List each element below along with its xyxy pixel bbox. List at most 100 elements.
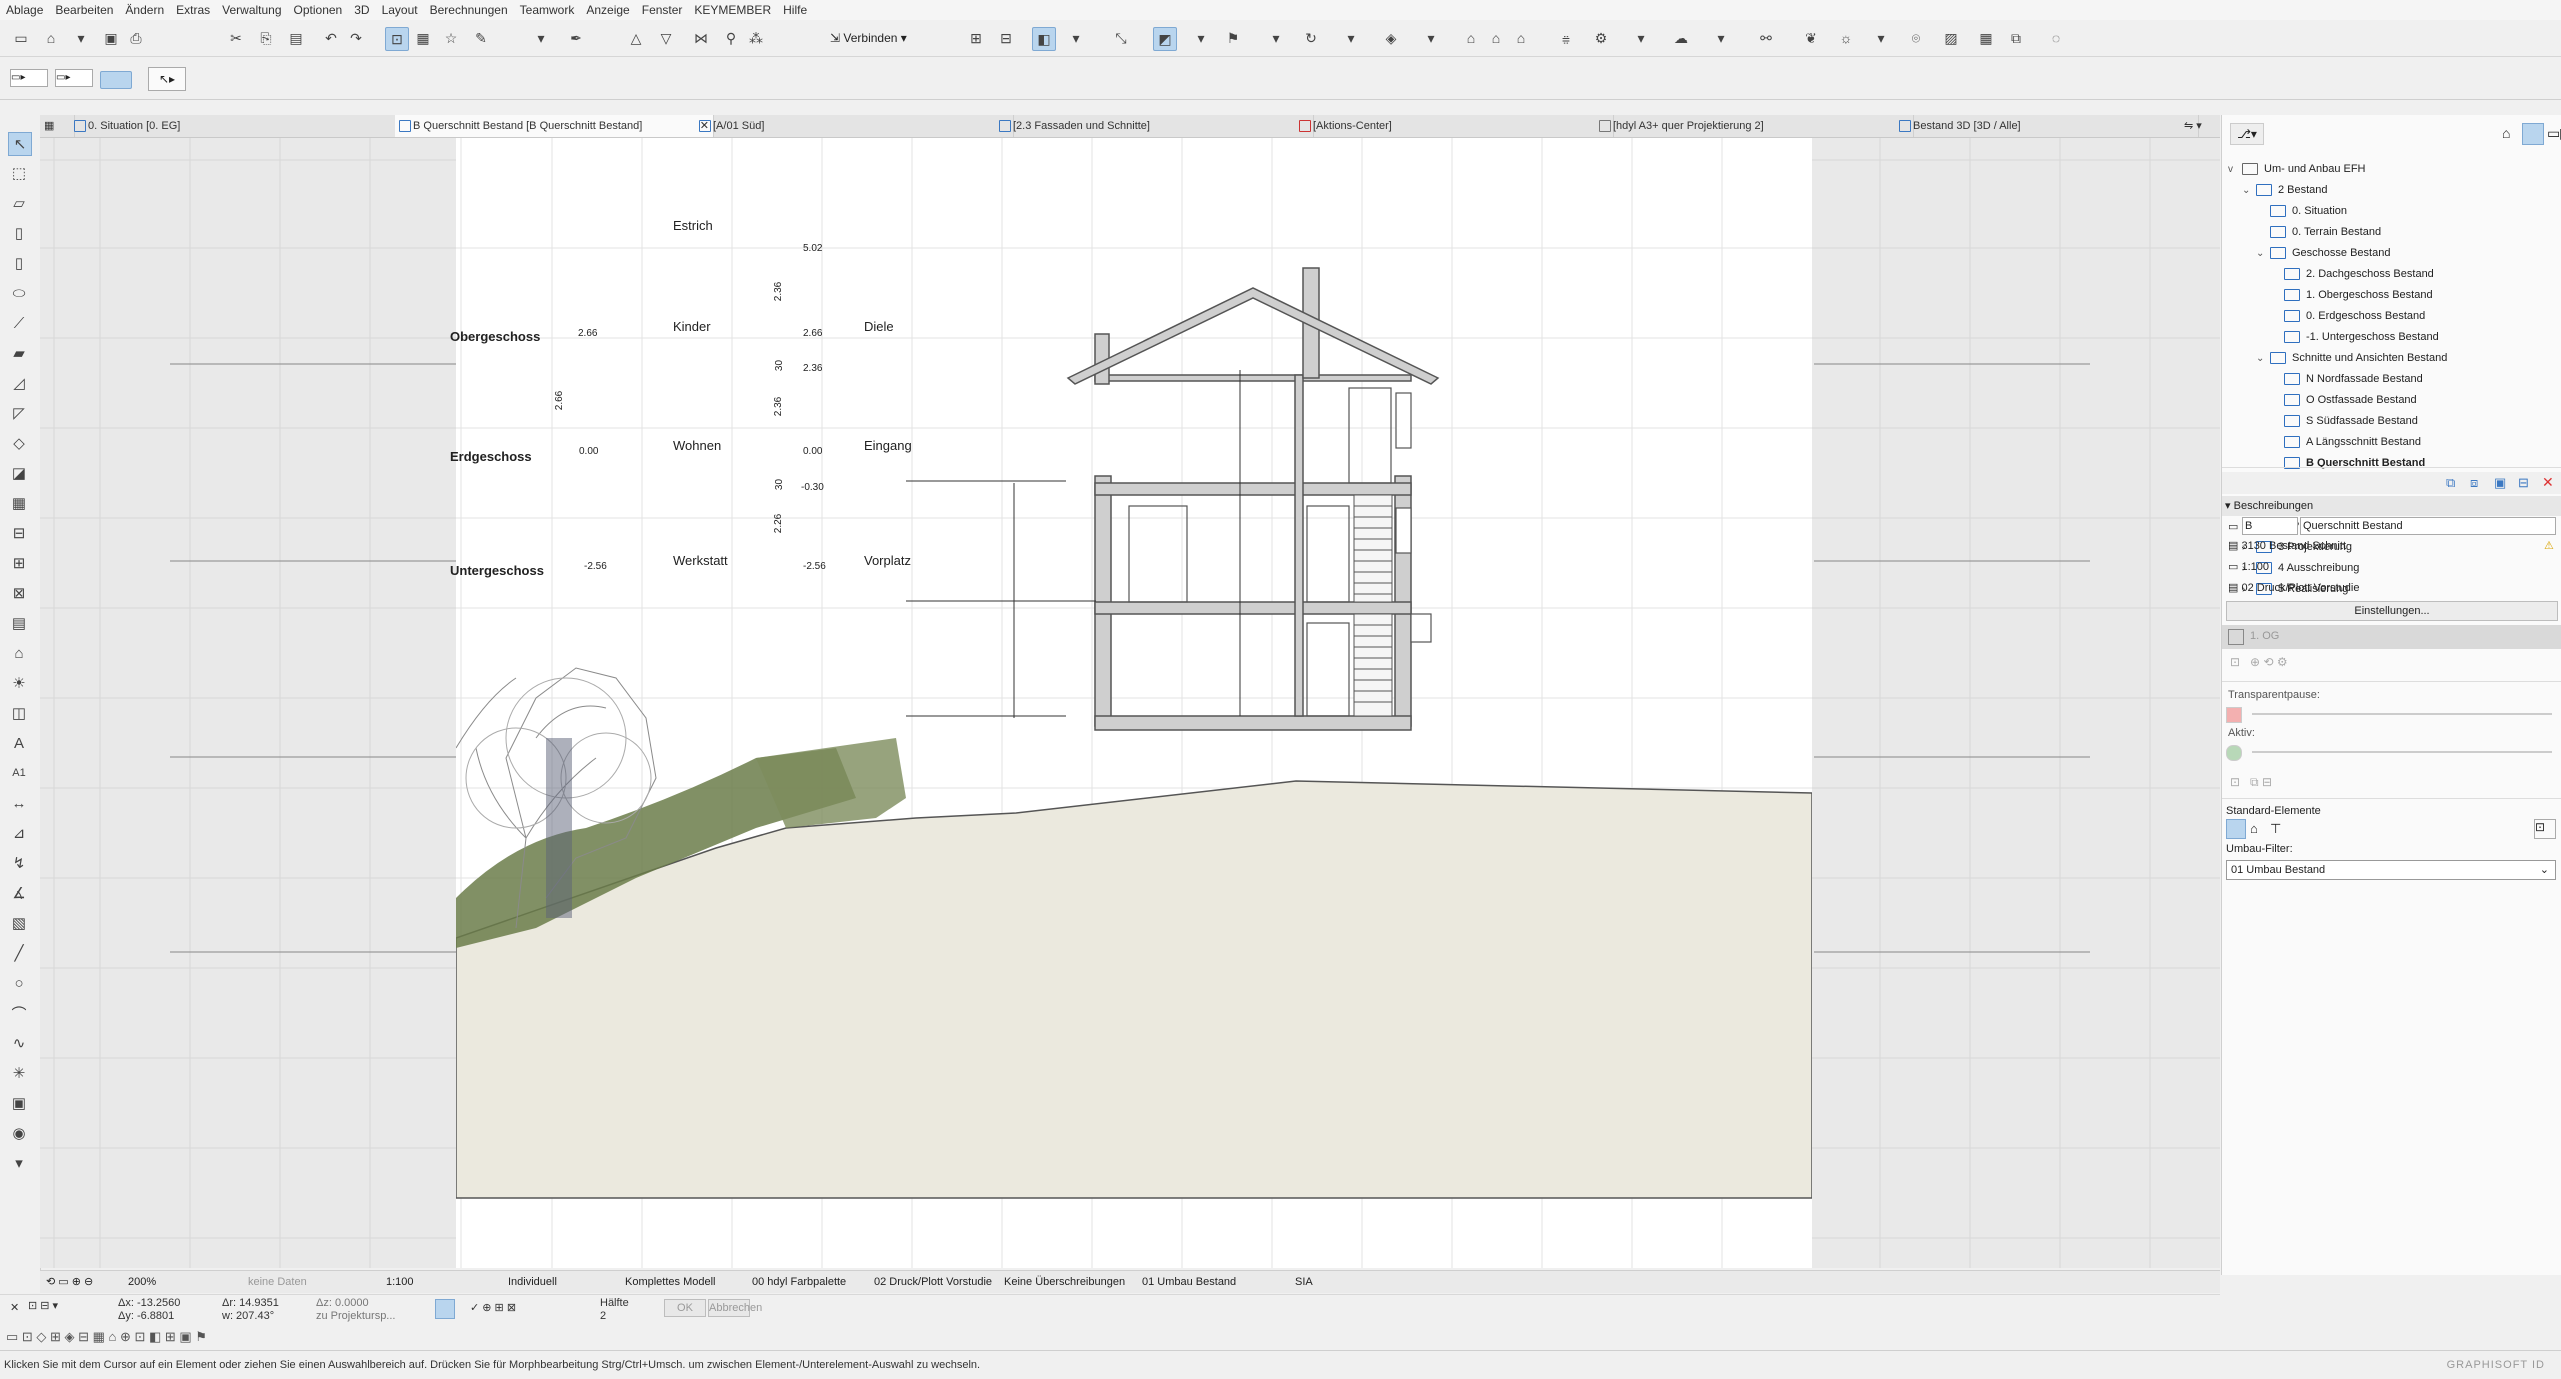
zone-icon[interactable]: ▤ [8, 612, 30, 634]
nodata-value[interactable]: keine Daten [248, 1271, 307, 1293]
tab-sued[interactable]: [A/01 Süd] [695, 115, 1014, 137]
level-dach[interactable]: 5.02 [803, 243, 822, 254]
tree-item[interactable]: 0. Erdgeschoss Bestand [2270, 306, 2425, 327]
sia-value[interactable]: SIA [1295, 1271, 1313, 1293]
menu-item[interactable]: Ablage [0, 3, 49, 17]
door-icon[interactable]: ▯ [8, 222, 30, 244]
redo-icon[interactable]: ↷ [345, 27, 367, 49]
tree-item[interactable]: O Ostfassade Bestand [2270, 390, 2417, 411]
spline-icon[interactable]: ∿ [8, 1032, 30, 1054]
curtain-wall-icon[interactable]: ▦ [8, 492, 30, 514]
chevron-down-icon[interactable]: ⌄ [2242, 180, 2252, 201]
leaf-icon[interactable]: ❦ [1800, 27, 1822, 49]
up-arrow-icon[interactable]: △ [625, 27, 647, 49]
points-icon[interactable]: ⁂ [745, 27, 767, 49]
dim-5[interactable]: 2.26 [773, 514, 784, 533]
story-label-ug[interactable]: Untergeschoss [450, 563, 544, 578]
dim-1[interactable]: 2.36 [773, 282, 784, 301]
coord-z[interactable]: Δz: 0.0000 [316, 1297, 369, 1309]
grid-icon[interactable]: ▦ [412, 27, 434, 49]
cloud-icon[interactable]: ☁ [1670, 27, 1692, 49]
dropdown-icon[interactable]: ▾ [1340, 27, 1362, 49]
dropdown-icon[interactable]: ▾ [530, 27, 552, 49]
story-height-og[interactable]: 2.66 [554, 391, 565, 410]
text-icon[interactable]: A [8, 732, 30, 754]
circle-icon[interactable]: ○ [8, 972, 30, 994]
fill-icon[interactable]: ▧ [8, 912, 30, 934]
std-element-icon[interactable]: ⊤ [2270, 821, 2281, 837]
room-label-werkstatt[interactable]: Werkstatt [673, 553, 728, 568]
cancel-button[interactable]: Abbrechen [708, 1299, 762, 1317]
cut-icon[interactable]: ✂ [225, 27, 247, 49]
menu-item[interactable]: Teamwork [514, 3, 581, 17]
props-header[interactable]: ▾ Beschreibungen [2222, 496, 2561, 516]
layout-icon[interactable]: ◩ [1153, 27, 1177, 51]
polyline-icon[interactable]: ⌒ [8, 1002, 30, 1024]
menu-item[interactable]: Verwaltung [216, 3, 287, 17]
tree-item[interactable]: ⌄ 2 Bestand [2242, 180, 2328, 201]
dropdown-icon[interactable]: ▾ [1420, 27, 1442, 49]
story-label-og[interactable]: Obergeschoss [450, 329, 540, 344]
graphisoft-brand[interactable]: GRAPHISOFT ID [2447, 1351, 2545, 1379]
roof-icon[interactable]: ◿ [8, 372, 30, 394]
menu-item[interactable]: Extras [170, 3, 216, 17]
tree-item[interactable]: S Südfassade Bestand [2270, 411, 2418, 432]
tree-item[interactable]: 1. Obergeschoss Bestand [2270, 285, 2433, 306]
renov-select[interactable]: 01 Umbau Bestand ⌄ [2226, 860, 2556, 880]
level-og-room[interactable]: 2.66 [803, 328, 822, 339]
renov-value[interactable]: 01 Umbau Bestand [1142, 1271, 1236, 1293]
tree-item[interactable]: 0. Terrain Bestand [2256, 222, 2381, 243]
shell-icon[interactable]: ◸ [8, 402, 30, 424]
scale-row[interactable]: ▭ 1:100 [2228, 560, 2269, 573]
tree-root[interactable]: v Um- und Anbau EFH [2228, 159, 2366, 180]
zoom-icon[interactable]: ⤡ [1110, 27, 1132, 49]
mirror-icon[interactable]: ⋈ [690, 27, 712, 49]
connect-icon[interactable]: ⚯ [1755, 27, 1777, 49]
project-map-icon[interactable]: ⌂ [2502, 125, 2510, 141]
dimension-icon[interactable]: ↔ [8, 792, 30, 814]
dim-4[interactable]: 30 [774, 479, 785, 490]
std-element-icon[interactable]: ⌂ [2250, 821, 2258, 836]
figure-icon[interactable]: ▣ [8, 1092, 30, 1114]
tool-icon[interactable]: ⚙ [1590, 27, 1612, 49]
wall-icon[interactable]: ⊞ [965, 27, 987, 49]
layer-row[interactable]: ▤ 3130 Bestand Schnitt [2228, 539, 2346, 552]
room-label-eingang[interactable]: Eingang [864, 438, 912, 453]
menu-item[interactable]: Anzeige [580, 3, 635, 17]
tree-item[interactable]: ⌄ Geschosse Bestand [2256, 243, 2390, 264]
level-marker-og[interactable]: 2.66 [578, 328, 597, 339]
hotspot-icon[interactable]: ✳ [8, 1062, 30, 1084]
transparent-toggle[interactable] [2226, 707, 2242, 723]
coord-w[interactable]: w: 207.43° [222, 1310, 274, 1322]
tab-situation[interactable]: 0. Situation [0. EG] [70, 115, 414, 137]
tree-item[interactable]: B Querschnitt Bestand [2270, 453, 2425, 474]
flag-icon[interactable]: ⚑ [1222, 27, 1244, 49]
level-ug-room[interactable]: -2.56 [803, 561, 826, 572]
geometry-method-icon[interactable]: ⊡ ⊟ ▾ [28, 1299, 58, 1312]
room-label-estrich[interactable]: Estrich [673, 218, 713, 233]
help-icon[interactable]: ◌ [2045, 27, 2067, 49]
menu-item[interactable]: Hilfe [777, 3, 813, 17]
snap-icon[interactable]: ⊡ [385, 27, 409, 51]
house3-icon[interactable]: ⌂ [1510, 27, 1532, 49]
wall2-icon[interactable]: ⊟ [995, 27, 1017, 49]
clone-view-icon[interactable]: ⧈ [2470, 475, 2478, 491]
rotate-icon[interactable]: ↻ [1300, 27, 1322, 49]
tab-aktions-center[interactable]: [Aktions-Center] [1295, 115, 1614, 137]
railing-icon[interactable]: ⊞ [8, 552, 30, 574]
skylight-icon[interactable]: ◇ [8, 432, 30, 454]
image-icon[interactable]: ▨ [1940, 27, 1962, 49]
menu-item[interactable]: KEYMEMBER [688, 3, 777, 17]
lamp-icon[interactable]: ☀ [8, 672, 30, 694]
dropdown-icon[interactable]: ▾ [1065, 27, 1087, 49]
house2-icon[interactable]: ⌂ [1485, 27, 1507, 49]
wall-icon[interactable]: ▱ [8, 192, 30, 214]
angle-icon[interactable]: ∡ [8, 882, 30, 904]
menu-item[interactable]: Optionen [288, 3, 349, 17]
camera3d-icon[interactable]: ◈ [1380, 27, 1402, 49]
menu-item[interactable]: Fenster [636, 3, 689, 17]
sun-icon[interactable]: ☼ [1835, 27, 1857, 49]
dropdown-icon[interactable]: ▾ [1870, 27, 1892, 49]
ok-button[interactable]: OK [664, 1299, 706, 1317]
window-icon[interactable]: ⬭ [8, 282, 30, 304]
